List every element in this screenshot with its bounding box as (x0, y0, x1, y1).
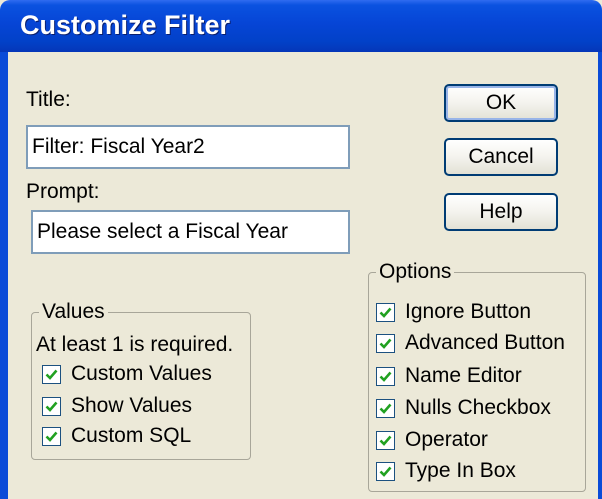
show-values-checkbox[interactable]: Show Values (42, 393, 192, 419)
values-group-legend: Values (39, 300, 108, 324)
checkbox-label: Custom Values (71, 362, 212, 385)
customize-filter-dialog: Customize Filter Title: Filter: Fiscal Y… (0, 0, 602, 499)
help-button[interactable]: Help (444, 193, 558, 231)
title-input[interactable]: Filter: Fiscal Year2 (26, 125, 350, 169)
name-editor-checkbox[interactable]: Name Editor (376, 363, 522, 389)
checkbox-box[interactable] (376, 366, 395, 386)
nulls-checkbox-checkbox[interactable]: Nulls Checkbox (376, 395, 551, 421)
title-label: Title: (26, 88, 71, 111)
custom-values-checkbox[interactable]: Custom Values (42, 361, 212, 387)
checkmark-icon (45, 431, 58, 442)
cancel-button[interactable]: Cancel (444, 138, 558, 176)
checkbox-label: Custom SQL (71, 424, 192, 447)
checkmark-icon (45, 401, 58, 412)
title-bar[interactable]: Customize Filter (0, 0, 602, 52)
advanced-button-checkbox[interactable]: Advanced Button (376, 330, 565, 356)
window-frame-right (598, 52, 602, 499)
checkmark-icon (45, 369, 58, 380)
checkbox-label: Show Values (71, 394, 193, 417)
checkmark-icon (379, 435, 392, 446)
checkbox-box[interactable] (42, 396, 61, 416)
ignore-button-checkbox[interactable]: Ignore Button (376, 299, 531, 325)
checkbox-box[interactable] (376, 398, 395, 418)
prompt-input[interactable]: Please select a Fiscal Year (31, 210, 350, 254)
checkbox-box[interactable] (376, 302, 395, 322)
checkmark-icon (379, 403, 392, 414)
window-frame-left (0, 52, 8, 499)
checkbox-box[interactable] (376, 430, 395, 450)
options-group-legend: Options (376, 260, 455, 284)
checkbox-label: Advanced Button (405, 331, 565, 354)
custom-sql-checkbox[interactable]: Custom SQL (42, 423, 191, 449)
ok-button[interactable]: OK (444, 84, 558, 122)
checkmark-icon (379, 371, 392, 382)
type-in-box-checkbox[interactable]: Type In Box (376, 458, 516, 484)
checkmark-icon (379, 466, 392, 477)
checkmark-icon (379, 307, 392, 318)
values-required-note: At least 1 is required. (36, 333, 234, 356)
checkbox-label: Type In Box (405, 459, 516, 482)
checkbox-label: Name Editor (405, 364, 522, 387)
checkbox-label: Operator (405, 428, 488, 451)
checkbox-box[interactable] (42, 426, 61, 446)
window-title: Customize Filter (20, 10, 231, 40)
checkbox-label: Nulls Checkbox (405, 396, 551, 419)
operator-checkbox[interactable]: Operator (376, 427, 488, 453)
checkbox-box[interactable] (42, 364, 61, 384)
prompt-label: Prompt: (26, 180, 100, 203)
checkbox-box[interactable] (376, 333, 395, 353)
checkbox-box[interactable] (376, 461, 395, 481)
checkmark-icon (379, 338, 392, 349)
checkbox-label: Ignore Button (405, 300, 532, 323)
